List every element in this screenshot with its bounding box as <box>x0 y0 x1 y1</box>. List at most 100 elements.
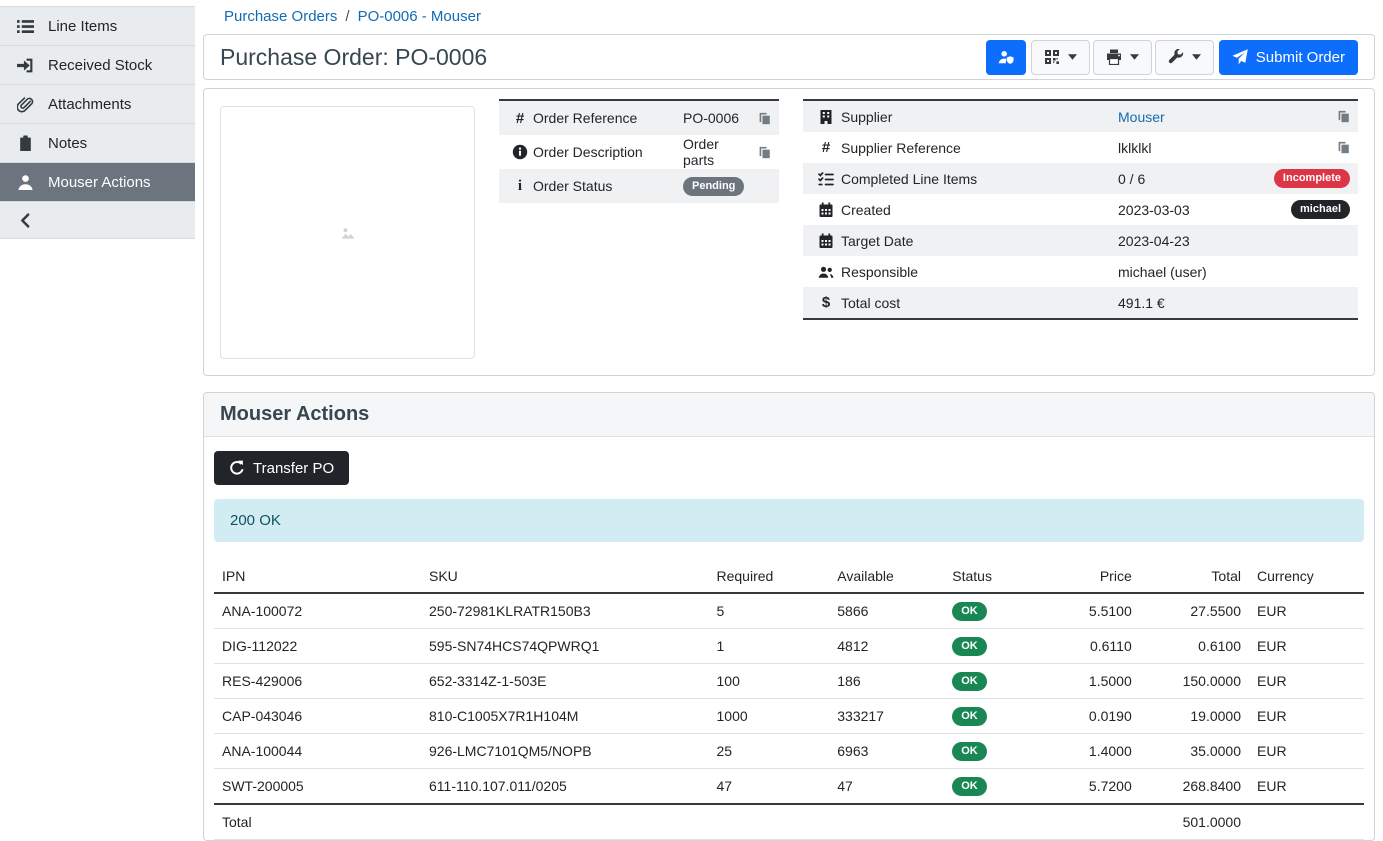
detail-label: Total cost <box>841 295 1118 311</box>
copy-icon[interactable] <box>758 112 771 125</box>
sidebar-item-label: Mouser Actions <box>48 174 151 191</box>
sidebar-item-attachments[interactable]: Attachments <box>0 85 195 124</box>
cell-available: 4812 <box>829 629 944 664</box>
detail-row-completed-line-items: Completed Line Items0 / 6Incomplete <box>803 163 1358 194</box>
detail-value: PO-0006 <box>683 110 748 126</box>
detail-row-supplier: SupplierMouser <box>803 101 1358 132</box>
breadcrumb-link-purchase-orders[interactable]: Purchase Orders <box>224 8 337 25</box>
cell-currency: EUR <box>1249 664 1364 699</box>
sidebar-item-mouser-actions[interactable]: Mouser Actions <box>0 163 195 202</box>
breadcrumb-items: Purchase Orders/PO-0006 - Mouser <box>224 8 481 25</box>
detail-label: Order Reference <box>533 110 683 126</box>
part-row-ana-100044: ANA-100044926-LMC7101QM5/NOPB256963OK1.4… <box>214 734 1364 769</box>
badge-ok: OK <box>952 742 987 761</box>
user-icon <box>15 174 35 191</box>
copy-icon[interactable] <box>758 146 771 159</box>
list-icon <box>15 18 35 35</box>
part-row-dig-112022: DIG-112022595-SN74HCS74QPWRQ114812OK0.61… <box>214 629 1364 664</box>
qr-icon <box>1044 49 1060 65</box>
sidebar-item-received-stock[interactable]: Received Stock <box>0 46 195 85</box>
parts-table-footer-row: Total501.0000 <box>214 804 1364 840</box>
order-actions-button[interactable] <box>1155 40 1214 75</box>
breadcrumb-link-po-0006-mouser[interactable]: PO-0006 - Mouser <box>358 8 481 25</box>
cell-status: OK <box>944 734 1042 769</box>
badge-ok: OK <box>952 672 987 691</box>
cell-sku: 611-110.107.011/0205 <box>421 769 709 805</box>
order-image-placeholder[interactable] <box>220 106 475 359</box>
badge-incomplete: Incomplete <box>1274 169 1350 188</box>
info-icon: i <box>507 179 533 194</box>
cell-ipn: ANA-100072 <box>214 593 421 629</box>
sidebar-item-label: Received Stock <box>48 57 152 74</box>
cell-required: 5 <box>709 593 830 629</box>
panel-body: Transfer PO 200 OK IPNSKURequiredAvailab… <box>204 437 1374 840</box>
order-details-panel: #Order ReferencePO-0006 Order Description… <box>203 88 1375 376</box>
cell-sku: 926-LMC7101QM5/NOPB <box>421 734 709 769</box>
calendar-icon <box>811 202 841 218</box>
sidebar-item-notes[interactable]: Notes <box>0 124 195 163</box>
panel-heading: Mouser Actions <box>204 393 1374 437</box>
info-circle-icon <box>507 144 533 160</box>
status-alert: 200 OK <box>214 499 1364 542</box>
page-title: Purchase Order: PO-0006 <box>220 44 487 71</box>
cell-sku: 250-72981KLRATR150B3 <box>421 593 709 629</box>
detail-label: Responsible <box>841 264 1118 280</box>
user-action-button[interactable] <box>986 40 1026 75</box>
detail-label: Supplier Reference <box>841 140 1118 156</box>
detail-row-extra <box>748 146 771 159</box>
detail-value: michael (user) <box>1118 264 1350 280</box>
sign-in-icon <box>15 57 35 74</box>
supplier-info-table: SupplierMouser#Supplier Referencelklklkl… <box>803 99 1358 320</box>
detail-row-supplier-reference: #Supplier Referencelklklkl <box>803 132 1358 163</box>
footer-label: Total <box>214 804 421 840</box>
sidebar-item-label: Attachments <box>48 96 131 113</box>
cell-total: 0.6100 <box>1140 629 1249 664</box>
transfer-po-button[interactable]: Transfer PO <box>214 451 349 485</box>
cell-sku: 810-C1005X7R1H104M <box>421 699 709 734</box>
cell-ipn: RES-429006 <box>214 664 421 699</box>
copy-icon[interactable] <box>1337 141 1350 154</box>
cell-available: 333217 <box>829 699 944 734</box>
sidebar-item-label: Notes <box>48 135 87 152</box>
image-icon <box>340 225 356 241</box>
detail-value: 2023-04-23 <box>1118 233 1350 249</box>
cell-total: 150.0000 <box>1140 664 1249 699</box>
supplier-link[interactable]: Mouser <box>1118 109 1165 125</box>
column-header-status: Status <box>944 560 1042 593</box>
sidebar: Line Items Received Stock Attachments Notes… <box>0 0 195 794</box>
mouser-actions-panel: Mouser Actions Transfer PO 200 OK IPNSKU… <box>203 392 1375 841</box>
sidebar-item-line-items[interactable]: Line Items <box>0 7 195 46</box>
cell-available: 47 <box>829 769 944 805</box>
detail-label: Order Description <box>533 144 683 160</box>
cell-ipn: ANA-100044 <box>214 734 421 769</box>
submit-order-label: Submit Order <box>1256 50 1345 65</box>
footer-cell <box>421 804 709 840</box>
toolbar: Submit Order <box>986 40 1358 75</box>
detail-row-extra: Incomplete <box>1274 169 1350 188</box>
column-header-available: Available <box>829 560 944 593</box>
detail-row-extra <box>1327 141 1350 154</box>
calendar-icon <box>811 233 841 249</box>
hash-icon: # <box>507 111 533 126</box>
column-header-total: Total <box>1140 560 1249 593</box>
cell-status: OK <box>944 769 1042 805</box>
copy-icon[interactable] <box>1337 110 1350 123</box>
parts-table: IPNSKURequiredAvailableStatusPriceTotalC… <box>214 560 1364 840</box>
submit-order-button[interactable]: Submit Order <box>1219 40 1358 75</box>
sidebar-collapse-button[interactable] <box>0 202 195 239</box>
detail-value: Pending <box>683 176 771 196</box>
part-row-res-429006: RES-429006652-3314Z-1-503E100186OK1.5000… <box>214 664 1364 699</box>
print-actions-button[interactable] <box>1093 40 1152 75</box>
user-shield-icon <box>998 49 1014 65</box>
breadcrumb: Purchase Orders/PO-0006 - Mouser <box>203 0 1375 34</box>
barcode-actions-button[interactable] <box>1031 40 1090 75</box>
clipboard-icon <box>15 135 35 152</box>
cell-required: 100 <box>709 664 830 699</box>
paper-plane-icon <box>1232 49 1248 65</box>
list-check-icon <box>811 171 841 187</box>
cell-status: OK <box>944 699 1042 734</box>
caret-down-icon <box>1130 54 1139 60</box>
footer-cell <box>944 804 1042 840</box>
cell-status: OK <box>944 664 1042 699</box>
detail-row-total-cost: $Total cost491.1 € <box>803 287 1358 318</box>
